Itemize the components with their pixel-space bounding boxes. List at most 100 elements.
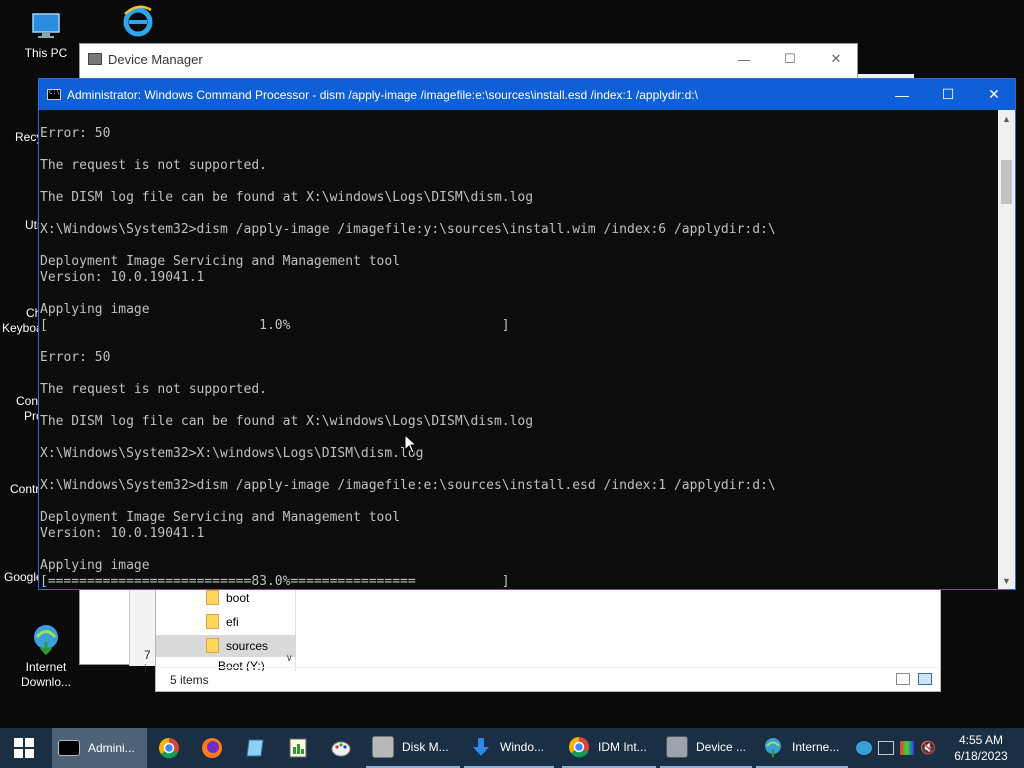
chrome-icon: [569, 737, 589, 758]
console-line: X:\Windows\System32>X:\windows\Logs\DISM…: [40, 446, 424, 461]
taskbar-item-label: Windo...: [500, 740, 545, 754]
taskbar-item-windows-download[interactable]: Windo...: [464, 728, 554, 768]
taskbar-clock[interactable]: 4:55 AM 6/18/2023: [946, 732, 1016, 764]
firefox-icon: [202, 738, 222, 758]
console-line: Applying image: [40, 302, 150, 317]
volume-muted-icon[interactable]: 🔇: [920, 740, 936, 756]
cmd-icon: [58, 740, 80, 756]
nav-item-efi[interactable]: efi: [156, 611, 296, 633]
desktop-icon-this-pc[interactable]: This PC: [8, 8, 84, 61]
display-icon[interactable]: [900, 741, 914, 755]
taskbar-item-disk-management[interactable]: Disk M...: [366, 728, 460, 768]
console-line: The DISM log file can be found at X:\win…: [40, 190, 534, 205]
internet-explorer-icon: [121, 4, 155, 38]
scrollbar-thumb[interactable]: [1001, 160, 1012, 204]
console-line: [==========================83.0%========…: [40, 574, 510, 589]
taskbar-item-label: Disk M...: [402, 740, 449, 754]
desktop-icon-label: This PC: [24, 46, 68, 60]
chrome-icon: [159, 738, 179, 759]
taskbar-item-idm-chrome[interactable]: IDM Int...: [562, 728, 656, 768]
command-prompt-titlebar[interactable]: Administrator: Windows Command Processor…: [39, 79, 1015, 110]
nav-item-boot[interactable]: boot: [156, 587, 296, 609]
command-prompt-title: Administrator: Windows Command Processor…: [67, 87, 698, 102]
taskbar-item-command-prompt[interactable]: Admini...: [52, 728, 147, 768]
desktop-icon-internet-explorer[interactable]: [100, 4, 176, 42]
paint-icon: [331, 741, 351, 757]
idm-tray-icon[interactable]: [856, 741, 872, 755]
clock-time: 4:55 AM: [958, 733, 1004, 747]
desktop-label-google: Google: [4, 570, 43, 584]
maximize-button[interactable]: ☐: [767, 44, 813, 74]
console-line: Version: 10.0.19041.1: [40, 270, 205, 285]
taskbar-item-label: Interne...: [792, 740, 840, 754]
network-icon[interactable]: [878, 741, 894, 755]
taskbar-item-device-manager[interactable]: Device ...: [660, 728, 752, 768]
minimize-button[interactable]: —: [879, 79, 925, 110]
notepad-icon: [246, 739, 264, 757]
details-view-icon[interactable]: [896, 673, 910, 685]
close-button[interactable]: ✕: [813, 44, 859, 74]
computer-icon: [29, 8, 63, 42]
maximize-button[interactable]: ☐: [925, 79, 971, 110]
console-line: The request is not supported.: [40, 382, 267, 397]
desktop-icon-internet-download-manager[interactable]: Internet Downlo...: [8, 622, 84, 690]
taskbar-item-paint[interactable]: [330, 728, 354, 768]
download-arrow-icon: [473, 738, 489, 756]
folder-icon: [206, 590, 219, 605]
minimize-button[interactable]: —: [721, 44, 767, 74]
console-line: Deployment Image Servicing and Managemen…: [40, 254, 401, 269]
nav-item-label: boot: [226, 591, 250, 605]
windows-logo-icon: [14, 738, 34, 758]
disk-management-icon: [372, 736, 394, 758]
file-explorer-window[interactable]: boot efi sources Boot (Y:) ∨ 5 items: [155, 588, 941, 692]
large-icons-view-icon[interactable]: [918, 673, 932, 685]
clock-date: 6/18/2023: [954, 749, 1008, 763]
console-line: Version: 10.0.19041.1: [40, 526, 205, 541]
desktop-label-keyboard-2: Keyboa: [2, 321, 43, 335]
taskbar-item-spreadsheet[interactable]: [287, 728, 311, 768]
taskbar-item-internet-download-manager[interactable]: Interne...: [756, 728, 848, 768]
taskbar-item-chrome[interactable]: [158, 728, 182, 768]
console-line: [ 1.0% ]: [40, 318, 510, 333]
spreadsheet-icon: [289, 738, 307, 758]
taskbar-item-notepad[interactable]: [244, 728, 268, 768]
nav-item-sources[interactable]: sources: [156, 635, 296, 657]
nav-item-label: sources: [226, 639, 269, 653]
folder-icon: [206, 638, 219, 653]
taskbar-item-label: IDM Int...: [598, 740, 647, 754]
close-button[interactable]: ✕: [971, 79, 1017, 110]
nav-scroll-down-arrow[interactable]: ∨: [286, 653, 293, 664]
command-prompt-window[interactable]: Administrator: Windows Command Processor…: [38, 78, 1016, 590]
desktop-label-control-3: Contr: [10, 482, 40, 496]
taskbar-item-label: Admini...: [88, 741, 135, 755]
device-manager-icon: [666, 736, 688, 758]
idm-icon: [29, 622, 63, 656]
console-line: Deployment Image Servicing and Managemen…: [40, 510, 401, 525]
explorer-status-bar: 5 items: [156, 667, 940, 691]
scroll-up-arrow[interactable]: ▲: [998, 110, 1015, 127]
desktop-label-control-1: Con: [16, 394, 39, 408]
device-manager-icon: [88, 53, 102, 65]
scroll-down-arrow[interactable]: ▼: [998, 572, 1015, 589]
cmd-icon: [47, 89, 61, 100]
device-manager-title: Device Manager: [108, 51, 203, 67]
taskbar: Admini... Disk M... Windo... IDM Int... …: [0, 728, 1024, 768]
system-tray: 🔇: [854, 728, 946, 768]
taskbar-item-label: Device ...: [696, 740, 747, 754]
console-line: X:\Windows\System32>dism /apply-image /i…: [40, 478, 776, 493]
console-line: The request is not supported.: [40, 158, 267, 173]
taskbar-item-firefox[interactable]: [201, 728, 225, 768]
console-output[interactable]: Error: 50 The request is not supported. Th…: [39, 110, 1000, 589]
vertical-scrollbar[interactable]: ▲ ▼: [998, 110, 1015, 589]
start-button[interactable]: [0, 728, 48, 768]
